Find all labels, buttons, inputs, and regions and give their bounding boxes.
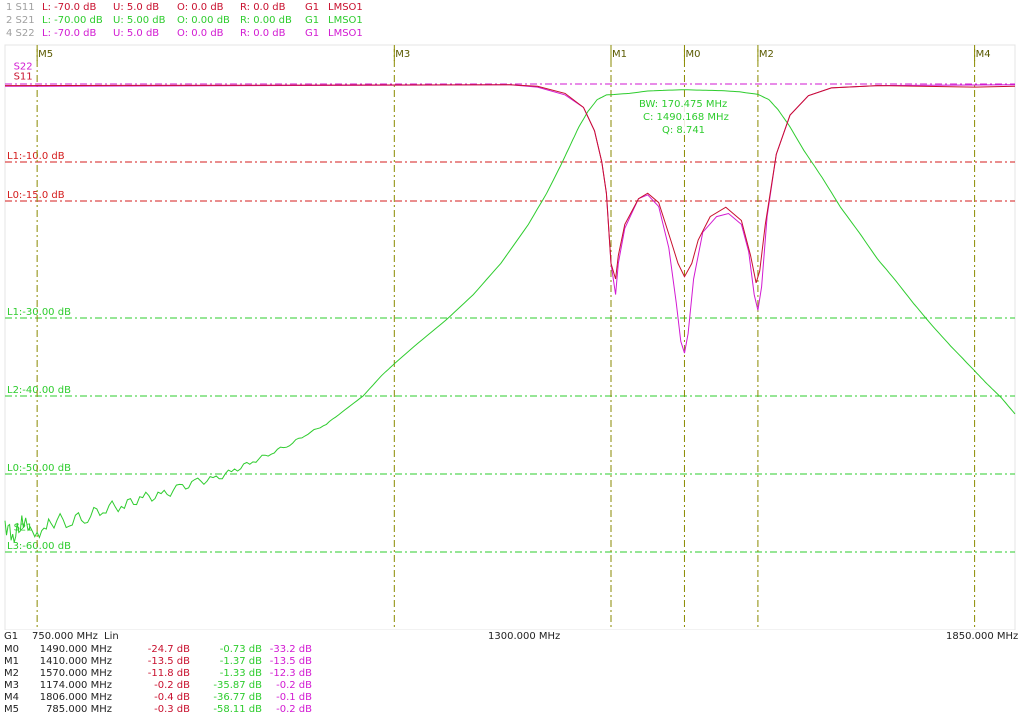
- x-axis-center: 1300.000 MHz: [488, 631, 561, 642]
- limit-line-label: L3:-60.00 dB: [7, 541, 71, 552]
- trace-r: R: 0.0 dB: [240, 28, 286, 39]
- x-axis-scale: Lin: [104, 631, 119, 642]
- marker-label: M5: [38, 49, 53, 60]
- trace-o: O: 0.0 dB: [177, 2, 224, 13]
- limit-line-label: L1:-10.0 dB: [7, 151, 65, 162]
- x-axis-stop: 1850.000 MHz: [946, 631, 1019, 642]
- trace-o: O: 0.00 dB: [177, 15, 230, 26]
- marker-s21: -58.11 dB: [213, 704, 262, 715]
- trace-r: R: 0.00 dB: [240, 15, 292, 26]
- trace-name: 4 S22: [6, 28, 35, 39]
- trace-o: O: 0.0 dB: [177, 28, 224, 39]
- trace-lms: LMSO1: [328, 2, 363, 13]
- trace-group: G1: [305, 2, 320, 13]
- limit-line-label: L2:-40.00 dB: [7, 385, 71, 396]
- marker-label: M2: [759, 49, 774, 60]
- trace-l: L: -70.0 dB: [42, 28, 97, 39]
- marker-label: M1: [612, 49, 627, 60]
- marker-freq: 785.000 MHz: [46, 704, 112, 715]
- limit-line-label: L1:-30.00 dB: [7, 307, 71, 318]
- series-line-s22: [5, 84, 1016, 354]
- trace-group: G1: [305, 15, 320, 26]
- marker-readout-footer: G1 750.000 MHz Lin 1300.000 MHz 1850.000…: [0, 630, 1020, 726]
- series-line-s11: [4, 84, 1016, 284]
- limit-line-label: L0:-50.00 dB: [7, 463, 71, 474]
- trace-label: S11: [14, 71, 33, 82]
- trace-r: R: 0.0 dB: [240, 2, 286, 13]
- x-axis-start: 750.000 MHz: [32, 631, 98, 642]
- bandwidth-q: Q: 8.741: [662, 125, 705, 136]
- trace-l: L: -70.00 dB: [42, 15, 103, 26]
- trace-settings-header: 1 S11 L: -70.0 dB U: 5.0 dB O: 0.0 dB R: 0.0…: [0, 0, 1020, 42]
- trace-name: 2 S21: [6, 15, 35, 26]
- trace-group: G1: [305, 28, 320, 39]
- bandwidth-bw: BW: 170.475 MHz: [639, 99, 727, 110]
- x-axis-group: G1: [4, 631, 19, 642]
- trace-l: L: -70.0 dB: [42, 2, 97, 13]
- marker-name: M5: [4, 704, 19, 715]
- plot-frame: [4, 44, 1016, 630]
- marker-s11: -0.3 dB: [154, 704, 190, 715]
- bandwidth-c: C: 1490.168 MHz: [643, 112, 729, 123]
- trace-u: U: 5.00 dB: [113, 15, 166, 26]
- trace-u: U: 5.0 dB: [113, 28, 160, 39]
- limit-line-label: L0:-15.0 dB: [7, 190, 65, 201]
- marker-label: M4: [976, 49, 991, 60]
- marker-label: M3: [395, 49, 410, 60]
- marker-s22: -0.2 dB: [276, 704, 312, 715]
- trace-lms: LMSO1: [328, 15, 363, 26]
- trace-name: 1 S11: [6, 2, 35, 13]
- sparameter-plot: L1:-10.0 dB L0:-15.0 dB L1:-30.00 dB L2:-40…: [4, 44, 1016, 630]
- trace-u: U: 5.0 dB: [113, 2, 160, 13]
- trace-lms: LMSO1: [328, 28, 363, 39]
- marker-label: M0: [685, 49, 700, 60]
- trace-label: S21: [14, 522, 33, 533]
